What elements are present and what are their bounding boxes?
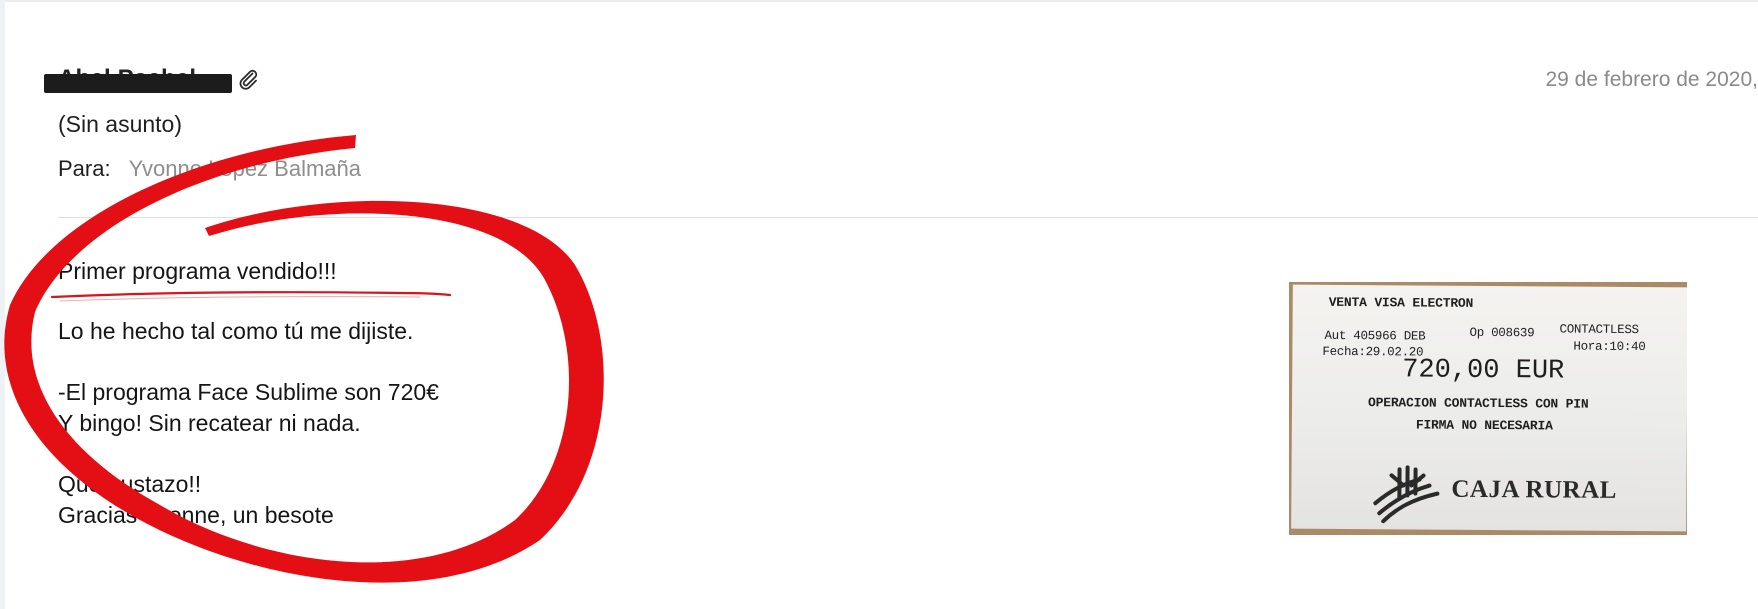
receipt-bank-name: CAJA RURAL [1451,475,1617,504]
receipt-header: VENTA VISA ELECTRON [1328,294,1474,311]
body-line-2: Lo he hecho tal como tú me dijiste. [58,318,414,344]
message-date: 29 de febrero de 2020, [1545,68,1758,91]
receipt-op: Op 008639 [1469,325,1535,341]
receipt-note-1: OPERACION CONTACTLESS CON PIN [1367,395,1589,412]
caja-rural-logo-icon [1373,465,1440,524]
window-left-border [0,0,5,609]
sender-row: Abel Pachel [43,62,260,96]
receipt-amount: 720,00 EUR [1402,355,1565,387]
recipient-name[interactable]: Yvonne López Balmaña [129,156,361,182]
receipt-note-2: FIRMA NO NECESARIA [1415,417,1553,434]
body-line-6: Gracias Yvonne, un besote [58,502,334,528]
body-line-5: Que gustazo!! [58,471,202,497]
annotation-underline [50,291,452,299]
header-divider [58,217,1758,218]
receipt-auth: Aut 405966 DEB [1324,328,1426,344]
recipient-label: Para: [58,156,111,181]
body-line-3: -El programa Face Sublime son 720€ [58,379,439,405]
annotation-underline-shadow [59,296,421,302]
receipt-contactless: CONTACTLESS [1559,322,1639,338]
body-line-4: Y bingo! Sin recatear ni nada. [58,410,361,436]
receipt-hora: Hora:10:40 [1573,339,1646,355]
receipt-paper: VENTA VISA ELECTRON Aut 405966 DEB Op 00… [1291,284,1687,532]
window-top-border [0,0,1758,2]
message-subject: (Sin asunto) [58,111,183,137]
sender-name-redacted: Abel Pachel [43,65,233,93]
paperclip-icon[interactable] [236,67,260,91]
body-line-1: Primer programa vendido!!! [58,258,337,284]
receipt-image[interactable]: VENTA VISA ELECTRON Aut 405966 DEB Op 00… [1289,282,1687,535]
recipient-row: Para: Yvonne López Balmaña [58,156,361,182]
